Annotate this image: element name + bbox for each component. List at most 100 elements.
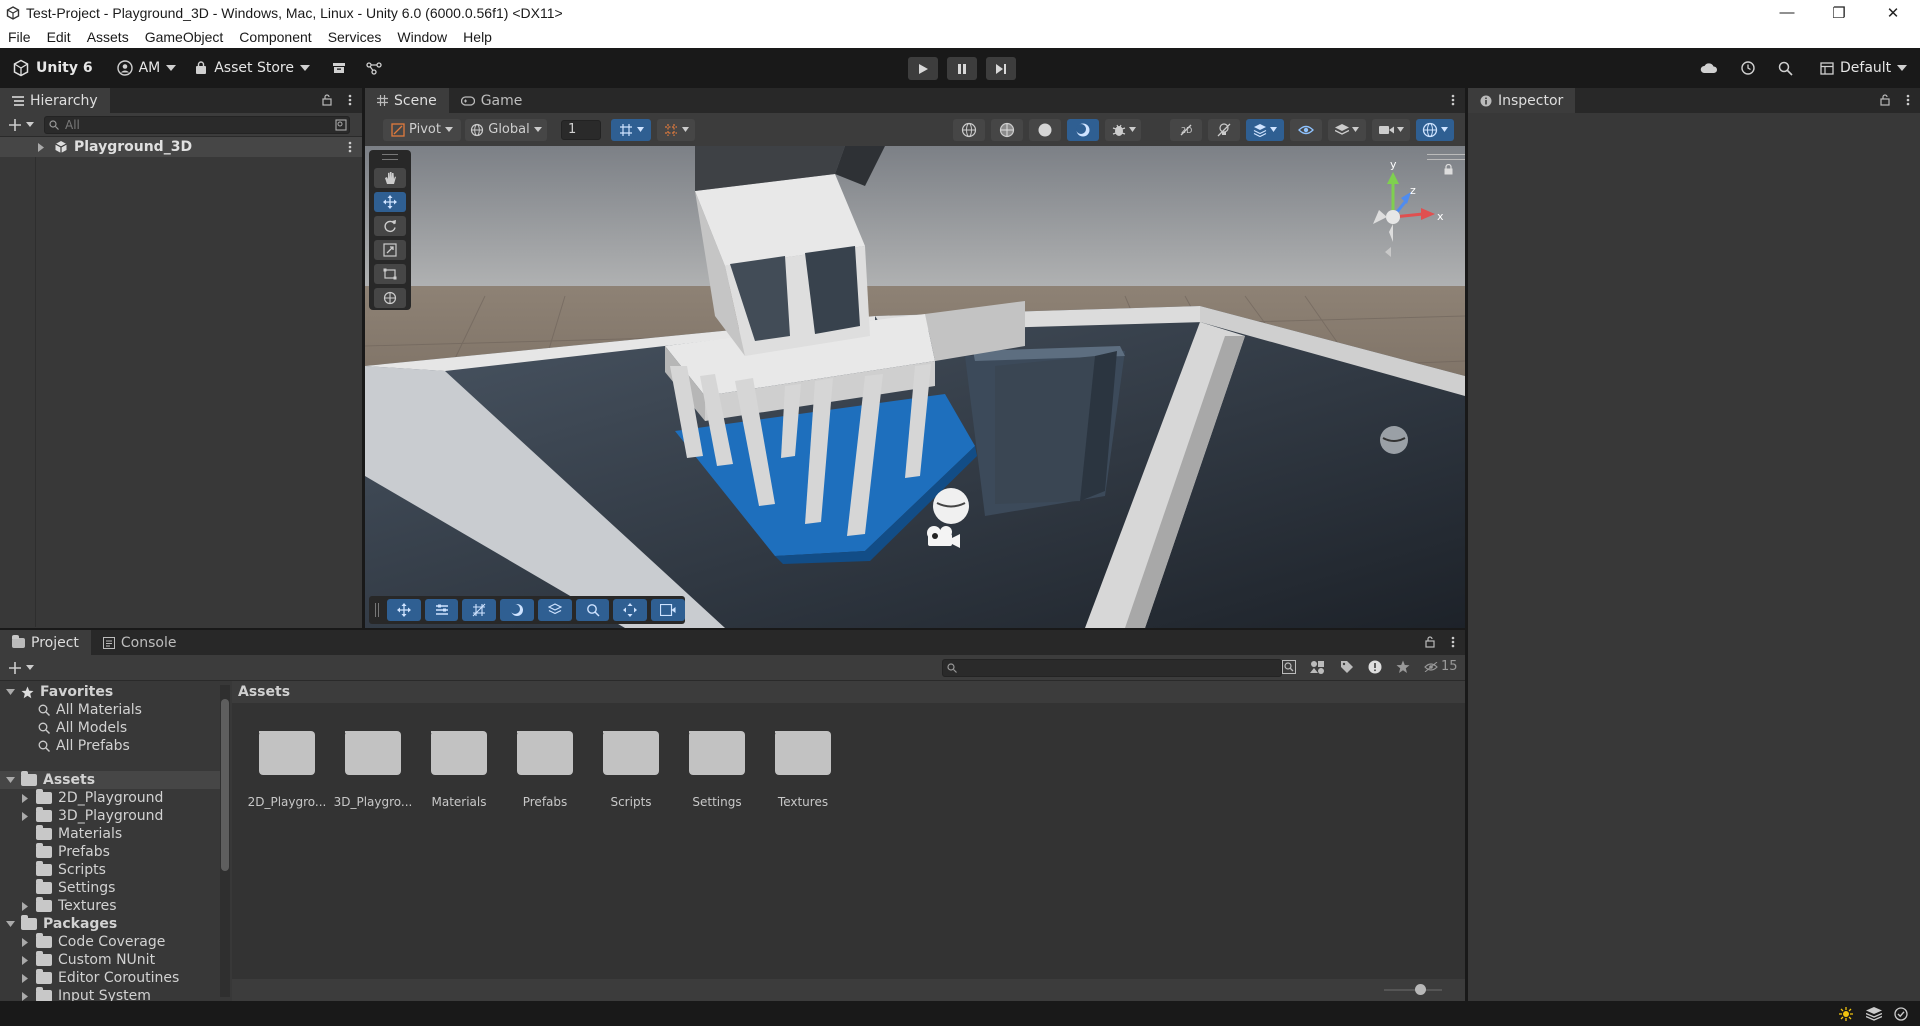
more-icon[interactable] bbox=[1451, 636, 1455, 648]
grid-snapping-toggle[interactable] bbox=[611, 118, 651, 141]
gizmos-dropdown[interactable] bbox=[1416, 118, 1454, 141]
visibility-toggle[interactable] bbox=[1290, 118, 1322, 141]
tree-package-item[interactable]: Input System bbox=[0, 987, 220, 1001]
tree-folder-item[interactable]: 3D_Playground bbox=[0, 807, 220, 825]
layout-dropdown[interactable]: Default bbox=[1814, 55, 1913, 81]
icon-size-slider-thumb[interactable] bbox=[1415, 984, 1426, 995]
debug-draw-dropdown[interactable] bbox=[1105, 118, 1141, 141]
unlit-toggle[interactable] bbox=[1067, 118, 1099, 141]
package-button[interactable] bbox=[326, 55, 352, 81]
tree-folder-item[interactable]: Scripts bbox=[0, 861, 220, 879]
hierarchy-item-scene[interactable]: Playground_3D bbox=[0, 137, 362, 157]
tab-game[interactable]: Game bbox=[449, 88, 535, 113]
tree-assets-header[interactable]: Assets bbox=[0, 771, 220, 789]
menu-file[interactable]: File bbox=[0, 29, 39, 45]
star-icon[interactable] bbox=[1396, 660, 1410, 674]
menu-window[interactable]: Window bbox=[389, 29, 455, 45]
menu-help[interactable]: Help bbox=[455, 29, 500, 45]
more-icon[interactable] bbox=[348, 94, 352, 106]
shaded-toggle[interactable] bbox=[1029, 118, 1061, 141]
lighting-build-icon[interactable] bbox=[1838, 1006, 1854, 1022]
version-control-button[interactable] bbox=[360, 55, 388, 81]
label-tag-icon[interactable] bbox=[1340, 660, 1354, 674]
menu-services[interactable]: Services bbox=[320, 29, 390, 45]
project-search-input[interactable] bbox=[942, 659, 1282, 677]
tree-scrollbar-thumb[interactable] bbox=[221, 699, 229, 871]
tree-package-item[interactable]: Editor Coroutines bbox=[0, 969, 220, 987]
lighting-toggle[interactable] bbox=[1208, 118, 1240, 141]
history-icon[interactable] bbox=[1740, 60, 1756, 76]
overlay-lighting-button[interactable] bbox=[500, 599, 534, 621]
overlay-align-button[interactable] bbox=[424, 599, 459, 621]
favorite-item[interactable]: All Models bbox=[0, 719, 220, 737]
tree-folder-item[interactable]: Materials bbox=[0, 825, 220, 843]
hierarchy-search-input[interactable]: All bbox=[44, 115, 350, 134]
tab-project[interactable]: Project bbox=[0, 630, 91, 655]
chevron-down-icon[interactable] bbox=[26, 665, 34, 670]
asset-folder[interactable]: Textures bbox=[760, 731, 846, 809]
tree-package-item[interactable]: Code Coverage bbox=[0, 933, 220, 951]
step-button[interactable] bbox=[986, 57, 1016, 80]
shaded-wireframe-toggle[interactable] bbox=[991, 118, 1023, 141]
restore-button[interactable]: ❐ bbox=[1812, 0, 1866, 25]
pause-button[interactable] bbox=[947, 57, 977, 80]
pivot-dropdown[interactable]: Pivot bbox=[383, 118, 461, 141]
unity-button[interactable]: Unity 6 bbox=[6, 55, 99, 81]
tab-console[interactable]: Console bbox=[91, 630, 189, 655]
search-scope-icon[interactable] bbox=[1282, 659, 1296, 674]
search-icon[interactable] bbox=[1778, 61, 1793, 76]
menu-assets[interactable]: Assets bbox=[79, 29, 137, 45]
hidden-packages-toggle[interactable]: 15 bbox=[1424, 659, 1458, 674]
tree-favorites-header[interactable]: Favorites bbox=[0, 683, 220, 701]
asset-folder[interactable]: Settings bbox=[674, 731, 760, 809]
rotate-tool-button[interactable] bbox=[374, 216, 406, 236]
scale-tool-button[interactable] bbox=[374, 240, 406, 260]
tree-folder-item[interactable]: Textures bbox=[0, 897, 220, 915]
rect-tool-button[interactable] bbox=[374, 264, 406, 284]
overlay-drag-handle[interactable] bbox=[375, 603, 379, 617]
tree-folder-item[interactable]: Settings bbox=[0, 879, 220, 897]
overlay-search-button[interactable] bbox=[575, 599, 610, 621]
play-button[interactable] bbox=[908, 57, 938, 80]
tree-folder-item[interactable]: 2D_Playground bbox=[0, 789, 220, 807]
chevron-down-icon[interactable] bbox=[26, 122, 34, 127]
menu-component[interactable]: Component bbox=[231, 29, 319, 45]
asset-folder[interactable]: 3D_Playgro... bbox=[330, 731, 416, 809]
global-dropdown[interactable]: Global bbox=[465, 118, 547, 141]
camera-settings-dropdown[interactable] bbox=[1372, 118, 1410, 141]
overlay-grid-button[interactable] bbox=[462, 599, 497, 621]
wireframe-toggle[interactable] bbox=[953, 118, 985, 141]
more-icon[interactable] bbox=[348, 141, 352, 153]
asset-folder[interactable]: Scripts bbox=[588, 731, 674, 809]
tree-packages-header[interactable]: Packages bbox=[0, 915, 220, 933]
cloud-icon[interactable] bbox=[1700, 62, 1718, 74]
tab-inspector[interactable]: Inspector bbox=[1468, 88, 1576, 113]
close-button[interactable]: ✕ bbox=[1866, 0, 1920, 25]
search-filter-icon[interactable] bbox=[335, 118, 347, 131]
asset-store-dropdown[interactable]: Asset Store bbox=[188, 55, 316, 81]
increment-snap-toggle[interactable] bbox=[657, 118, 695, 141]
menu-edit[interactable]: Edit bbox=[39, 29, 79, 45]
overlay-layers-button[interactable] bbox=[537, 599, 572, 621]
menu-gameobject[interactable]: GameObject bbox=[137, 29, 232, 45]
add-icon[interactable] bbox=[8, 118, 22, 132]
move-tool-button[interactable] bbox=[374, 192, 406, 212]
orientation-gizmo[interactable]: y x z bbox=[1365, 154, 1465, 264]
tree-scrollbar[interactable] bbox=[220, 685, 230, 997]
asset-folder[interactable]: Materials bbox=[416, 731, 502, 809]
grid-snap-field[interactable]: 1 bbox=[561, 119, 601, 140]
more-icon[interactable] bbox=[1451, 94, 1455, 106]
overlay-move-button[interactable] bbox=[386, 599, 421, 621]
2d-toggle[interactable]: 2D bbox=[1170, 118, 1202, 141]
transform-tool-button[interactable] bbox=[374, 288, 406, 308]
account-dropdown[interactable]: AM bbox=[111, 55, 183, 81]
lock-icon[interactable] bbox=[1444, 164, 1453, 175]
warning-filter-icon[interactable] bbox=[1368, 660, 1382, 674]
lock-icon[interactable] bbox=[1880, 94, 1890, 106]
more-icon[interactable] bbox=[1906, 94, 1910, 106]
asset-folder[interactable]: Prefabs bbox=[502, 731, 588, 809]
cache-server-icon[interactable] bbox=[1866, 1007, 1882, 1021]
favorite-item[interactable]: All Materials bbox=[0, 701, 220, 719]
tree-folder-item[interactable]: Prefabs bbox=[0, 843, 220, 861]
hand-tool-button[interactable] bbox=[374, 168, 406, 188]
